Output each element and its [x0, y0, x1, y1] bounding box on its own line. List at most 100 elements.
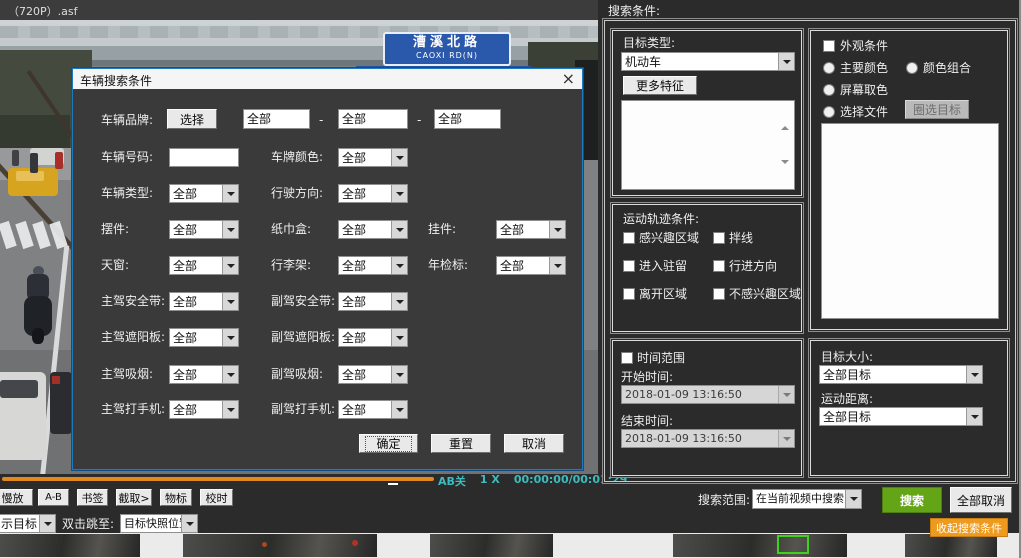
cancel-all-button[interactable]: 全部取消 [950, 487, 1012, 513]
jump-to-select[interactable]: 目标快照位置 [120, 514, 198, 533]
driver-phone-select[interactable]: 全部 [169, 400, 239, 419]
dropdown-arrow-icon[interactable] [966, 366, 982, 383]
main-color-radio[interactable] [823, 62, 835, 74]
video-thumbnail[interactable] [905, 534, 997, 557]
target-type-label: 目标类型: [623, 34, 675, 53]
capture-button[interactable]: 截取> [116, 489, 152, 506]
ab-loop-button[interactable]: A-B [38, 489, 69, 506]
display-target-select[interactable]: 示目标 [0, 514, 56, 533]
collapse-search-button[interactable]: 收起搜索条件 [930, 518, 1008, 537]
search-button[interactable]: 搜索 [882, 487, 942, 513]
time-range-group: 时间范围 开始时间: 2018-01-09 13:16:50 结束时间: 201… [612, 340, 802, 476]
inspection-sticker-select[interactable]: 全部 [496, 256, 566, 275]
dropdown-arrow-icon[interactable] [222, 366, 238, 383]
brand-level3-input[interactable]: 全部 [434, 109, 501, 129]
video-thumbnail[interactable] [183, 534, 377, 557]
time-range-checkbox[interactable] [621, 352, 633, 364]
motion-distance-select[interactable]: 全部目标 [819, 407, 983, 426]
dropdown-arrow-icon[interactable] [391, 185, 407, 202]
passenger-visor-select[interactable]: 全部 [338, 328, 408, 347]
tripwire-checkbox[interactable] [713, 232, 725, 244]
dropdown-arrow-icon[interactable] [966, 408, 982, 425]
dropdown-arrow-icon[interactable] [222, 257, 238, 274]
video-thumbnail[interactable] [0, 534, 140, 557]
brand-level1-input[interactable]: 全部 [243, 109, 310, 129]
target-size-select[interactable]: 全部目标 [819, 365, 983, 384]
tissue-box-select[interactable]: 全部 [338, 220, 408, 239]
target-type-select[interactable]: 机动车 [621, 52, 795, 71]
sunroof-select[interactable]: 全部 [169, 256, 239, 275]
dropdown-arrow-icon[interactable] [391, 329, 407, 346]
luggage-rack-select[interactable]: 全部 [338, 256, 408, 275]
appearance-group: 外观条件 主要颜色 颜色组合 屏幕取色 选择文件 圈选目标 [810, 30, 1008, 330]
dropdown-arrow-icon[interactable] [222, 293, 238, 310]
driver-smoking-select[interactable]: 全部 [169, 365, 239, 384]
close-icon[interactable]: × [562, 69, 575, 89]
vehicle-brand-label: 车辆品牌: [101, 111, 153, 130]
dropdown-arrow-icon[interactable] [391, 293, 407, 310]
feature-listbox[interactable] [621, 100, 795, 190]
dialog-title: 车辆搜索条件 [80, 72, 152, 89]
progress-marker[interactable] [388, 483, 398, 485]
screen-pick-color-radio[interactable] [823, 84, 835, 96]
row-label: 副驾遮阳板: [271, 328, 335, 347]
passenger-phone-select[interactable]: 全部 [338, 400, 408, 419]
driver-seatbelt-select[interactable]: 全部 [169, 292, 239, 311]
non-roi-checkbox[interactable] [713, 288, 725, 300]
dropdown-arrow-icon[interactable] [549, 257, 565, 274]
circle-target-button[interactable]: 圈选目标 [905, 100, 969, 119]
vehicle-number-input[interactable] [169, 148, 239, 167]
listbox-scroll-down-icon[interactable] [781, 164, 789, 183]
dropdown-arrow-icon[interactable] [391, 149, 407, 166]
plate-color-select[interactable]: 全部 [338, 148, 408, 167]
dropdown-arrow-icon[interactable] [222, 221, 238, 238]
dropdown-arrow-icon[interactable] [39, 515, 55, 532]
pendant-select[interactable]: 全部 [496, 220, 566, 239]
dropdown-arrow-icon[interactable] [181, 515, 197, 532]
more-features-button[interactable]: 更多特征 [623, 76, 697, 95]
passenger-seatbelt-select[interactable]: 全部 [338, 292, 408, 311]
object-mark-button[interactable]: 物标 [160, 489, 192, 506]
thumbnail-scroll-up-icon[interactable] [1006, 542, 1014, 558]
dropdown-arrow-icon[interactable] [391, 221, 407, 238]
brand-select-button[interactable]: 选择 [167, 109, 217, 129]
leave-area-checkbox[interactable] [623, 288, 635, 300]
ornament-select[interactable]: 全部 [169, 220, 239, 239]
progress-bar[interactable] [2, 477, 434, 481]
direction-select[interactable]: 全部 [338, 184, 408, 203]
time-sync-button[interactable]: 校时 [200, 489, 233, 506]
cancel-button[interactable]: 取消 [504, 434, 564, 453]
dropdown-arrow-icon[interactable] [391, 401, 407, 418]
video-thumbnail[interactable] [430, 534, 553, 557]
vehicle-type-select[interactable]: 全部 [169, 184, 239, 203]
reset-button[interactable]: 重置 [431, 434, 491, 453]
jump-to-label: 双击跳至: [62, 515, 114, 534]
dropdown-arrow-icon[interactable] [391, 366, 407, 383]
dropdown-arrow-icon[interactable] [222, 329, 238, 346]
color-combo-radio[interactable] [906, 62, 918, 74]
driver-visor-select[interactable]: 全部 [169, 328, 239, 347]
roi-checkbox[interactable] [623, 232, 635, 244]
dropdown-arrow-icon[interactable] [845, 490, 861, 508]
bookmark-button[interactable]: 书签 [77, 489, 108, 506]
enter-stay-checkbox[interactable] [623, 260, 635, 272]
search-scope-select[interactable]: 在当前视频中搜索 [752, 489, 862, 509]
dropdown-arrow-icon[interactable] [549, 221, 565, 238]
ab-repeat-status: AB关 [438, 473, 466, 486]
listbox-scroll-up-icon[interactable] [781, 107, 789, 126]
dropdown-arrow-icon[interactable] [222, 401, 238, 418]
video-thumbnail[interactable] [673, 534, 847, 557]
slow-play-button[interactable]: 慢放 [0, 489, 33, 506]
appearance-checkbox[interactable] [823, 40, 835, 52]
dropdown-arrow-icon[interactable] [391, 257, 407, 274]
passenger-smoking-select[interactable]: 全部 [338, 365, 408, 384]
road-sign-en: CAOXI RD(N) [385, 52, 509, 60]
select-file-radio[interactable] [823, 106, 835, 118]
dialog-titlebar[interactable]: 车辆搜索条件 × [73, 69, 582, 89]
dropdown-arrow-icon[interactable] [778, 53, 794, 70]
ok-button[interactable]: 确定 [359, 434, 418, 453]
dropdown-arrow-icon[interactable] [222, 185, 238, 202]
direction-checkbox[interactable] [713, 260, 725, 272]
brand-level2-input[interactable]: 全部 [338, 109, 408, 129]
screen-pick-color-label: 屏幕取色 [840, 81, 888, 100]
